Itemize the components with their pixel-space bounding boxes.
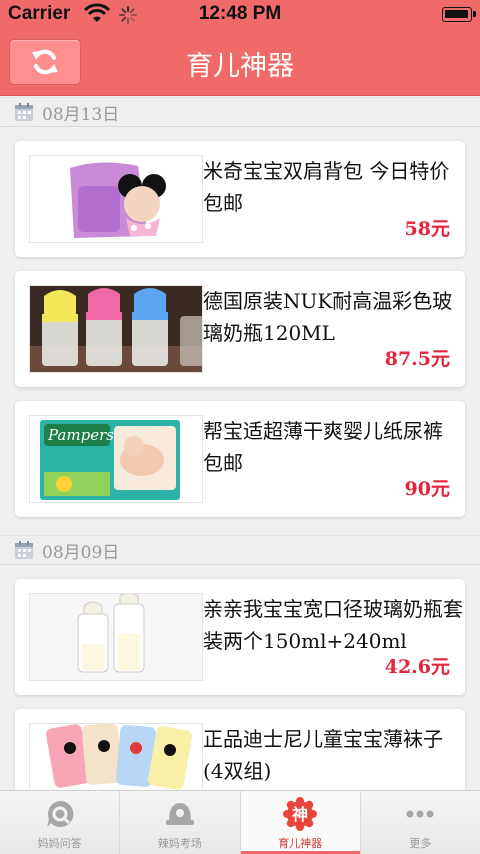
- qa-bubble-icon: [46, 800, 74, 827]
- date-section-header: 08月09日: [0, 535, 480, 565]
- product-price: 58元: [404, 218, 450, 240]
- product-card[interactable]: 亲亲我宝宝宽口径玻璃奶瓶套装两个150ml+240ml 42.6元: [15, 579, 465, 695]
- product-image-diapers: Pampers: [29, 415, 203, 503]
- product-title: 亲亲我宝宝宽口径玻璃奶瓶套装两个150ml+240ml: [203, 597, 463, 653]
- product-price: 87.5元: [384, 348, 450, 370]
- battery-icon: [442, 7, 476, 22]
- product-image-backpack: [29, 155, 203, 243]
- product-price: 90元: [404, 478, 450, 500]
- tab-badge-char: 神: [292, 805, 308, 824]
- tab-exam[interactable]: 辣妈考场: [120, 791, 241, 854]
- tab-label: 妈妈问答: [37, 837, 82, 850]
- svg-text:Pampers: Pampers: [47, 426, 114, 444]
- product-title: 米奇宝宝双肩背包 今日特价包邮: [203, 159, 450, 215]
- tab-label: 育儿神器: [278, 837, 323, 850]
- exam-hat-icon: [165, 803, 194, 825]
- tab-more[interactable]: 更多: [361, 791, 480, 854]
- status-time: 12:48 PM: [198, 3, 282, 24]
- date-section-header: 08月13日: [0, 97, 480, 127]
- tab-bar: 妈妈问答 辣妈考场 神 育儿神器 更多: [0, 790, 480, 854]
- product-image-socks: [29, 723, 203, 790]
- calendar-icon: [15, 103, 33, 121]
- section-date: 08月13日: [42, 104, 120, 125]
- product-image-glass-bottles: [29, 593, 203, 681]
- shen-badge-icon: 神: [283, 797, 318, 831]
- status-bar: Carrier 12:48 PM: [0, 0, 480, 30]
- product-price: 42.6元: [384, 656, 450, 678]
- product-card[interactable]: 德国原装NUK耐高温彩色玻璃奶瓶120ML 87.5元: [15, 271, 465, 387]
- more-dots-icon: [406, 810, 434, 818]
- product-title: 帮宝适超薄干爽婴儿纸尿裤 包邮: [203, 419, 443, 475]
- calendar-icon: [15, 541, 33, 559]
- product-feed[interactable]: 08月13日 米奇宝宝双肩背包 今日特价包邮 58元 德国原装NUK耐高温彩色玻…: [0, 97, 480, 790]
- tab-mama-qa[interactable]: 妈妈问答: [0, 791, 121, 854]
- navigation-bar: 育儿神器: [0, 30, 480, 96]
- product-title: 德国原装NUK耐高温彩色玻璃奶瓶120ML: [203, 289, 453, 345]
- tab-label: 辣妈考场: [157, 837, 202, 850]
- product-image-baby-bottles: [29, 285, 203, 373]
- section-date: 08月09日: [42, 542, 120, 563]
- tab-label: 更多: [409, 837, 432, 850]
- page-title: 育儿神器: [186, 51, 294, 82]
- product-card[interactable]: Pampers 帮宝适超薄干爽婴儿纸尿裤 包邮 90元: [15, 401, 465, 517]
- product-title: 正品迪士尼儿童宝宝薄袜子(4双组): [203, 727, 443, 783]
- tab-parenting-tools[interactable]: 神 育儿神器: [240, 791, 361, 854]
- product-card[interactable]: 正品迪士尼儿童宝宝薄袜子(4双组): [15, 709, 465, 790]
- product-card[interactable]: 米奇宝宝双肩背包 今日特价包邮 58元: [15, 141, 465, 257]
